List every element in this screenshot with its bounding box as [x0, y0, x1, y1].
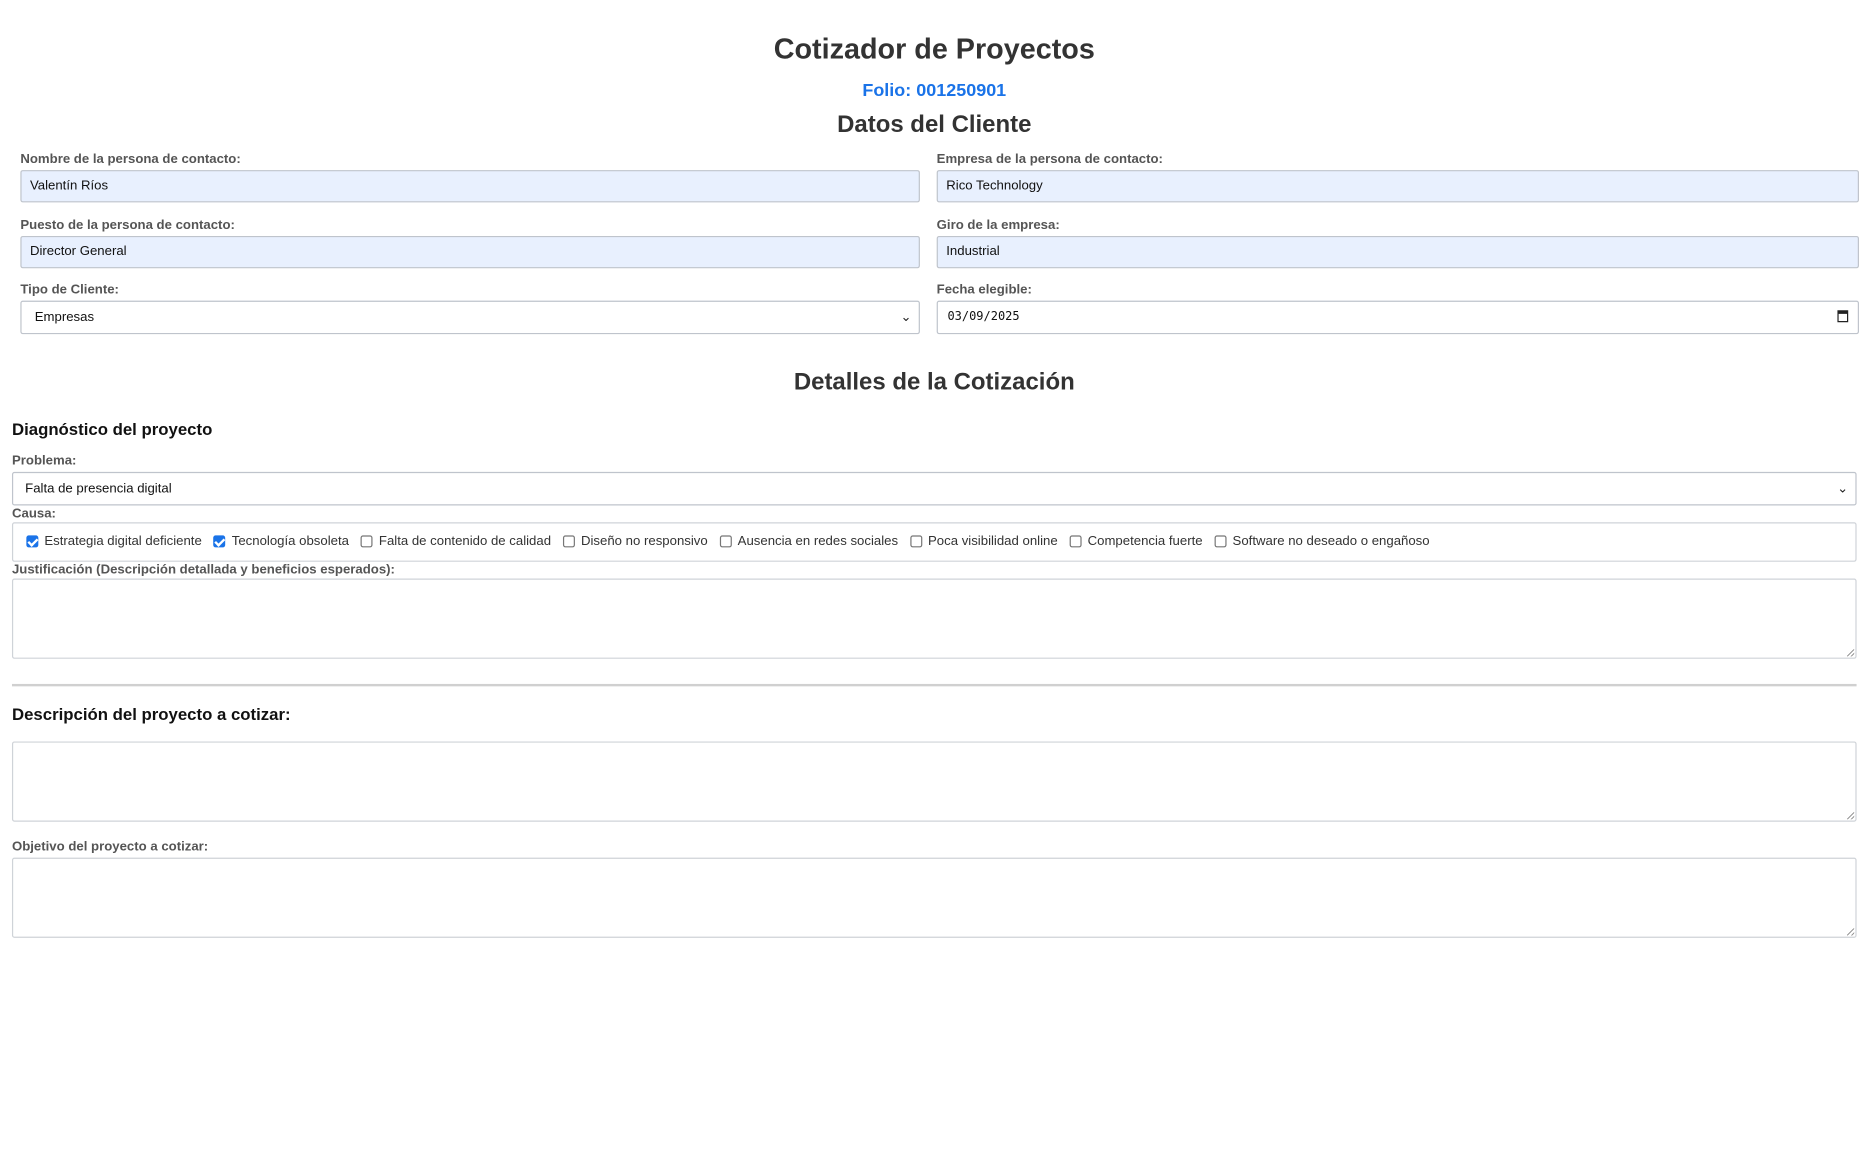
- cause-option[interactable]: Competencia fuerte: [1069, 534, 1203, 549]
- checkbox[interactable]: [213, 535, 226, 548]
- cause-option[interactable]: Tecnología obsoleta: [213, 534, 349, 549]
- client-type-value: Empresas: [34, 310, 95, 325]
- cause-label: Causa:: [11, 506, 56, 521]
- cause-checkbox-group: Estrategia digital deficiente Tecnología…: [11, 521, 1857, 562]
- client-type-label: Tipo de Cliente:: [20, 282, 119, 298]
- client-type-select[interactable]: Empresas ⌄: [20, 300, 920, 335]
- justification-textarea[interactable]: [11, 577, 1857, 659]
- quote-section-title: Detalles de la Cotización: [793, 368, 1075, 395]
- cause-option[interactable]: Poca visibilidad online: [910, 534, 1058, 549]
- checkbox[interactable]: [360, 535, 373, 548]
- contact-name-label: Nombre de la persona de contacto:: [20, 152, 241, 167]
- contact-position-field: Puesto de la persona de contacto: Direct…: [20, 216, 920, 281]
- eligible-date-value: 03/09/2025: [947, 310, 1020, 324]
- cause-option[interactable]: Falta de contenido de calidad: [360, 534, 552, 549]
- cause-option-label: Diseño no responsivo: [580, 534, 708, 549]
- contact-company-field: Empresa de la persona de contacto: Rico …: [936, 151, 1859, 216]
- checkbox[interactable]: [1214, 535, 1227, 548]
- contact-position-label: Puesto de la persona de contacto:: [20, 217, 235, 232]
- contact-name-input[interactable]: Valentín Ríos: [20, 170, 920, 203]
- checkbox[interactable]: [1069, 535, 1082, 548]
- quote-form-page: Cotizador de Proyectos Folio: 001250901 …: [0, 0, 1869, 938]
- contact-name-field: Nombre de la persona de contacto: Valent…: [20, 151, 920, 216]
- checkbox[interactable]: [910, 535, 923, 548]
- checkbox[interactable]: [719, 535, 732, 548]
- calendar-icon[interactable]: [1837, 310, 1849, 323]
- eligible-date-input[interactable]: 03/09/2025: [936, 300, 1859, 335]
- resize-handle-icon[interactable]: [1847, 811, 1855, 819]
- section-divider: [11, 683, 1857, 686]
- justification-label: Justificación (Descripción detallada y b…: [11, 562, 395, 577]
- problem-value: Falta de presencia digital: [25, 480, 172, 496]
- resize-handle-icon[interactable]: [1847, 648, 1855, 656]
- cause-option-label: Estrategia digital deficiente: [44, 534, 202, 549]
- folio-number: Folio: 001250901: [862, 80, 1007, 101]
- resize-handle-icon[interactable]: [1847, 927, 1855, 935]
- contact-company-label: Empresa de la persona de contacto:: [936, 152, 1163, 167]
- cause-option-label: Poca visibilidad online: [928, 534, 1058, 549]
- cause-option-label: Competencia fuerte: [1087, 534, 1203, 549]
- project-objective-textarea[interactable]: [11, 857, 1857, 938]
- project-objective-label: Objetivo del proyecto a cotizar:: [11, 839, 209, 854]
- chevron-down-icon: ⌄: [900, 310, 912, 325]
- cause-option[interactable]: Ausencia en redes sociales: [719, 534, 899, 549]
- company-industry-field: Giro de la empresa: Industrial: [936, 216, 1859, 281]
- project-description-title: Descripción del proyecto a cotizar:: [11, 703, 291, 723]
- company-industry-label: Giro de la empresa:: [936, 217, 1060, 232]
- cause-option-label: Software no deseado o engañoso: [1232, 534, 1430, 549]
- cause-option-label: Ausencia en redes sociales: [737, 534, 899, 549]
- cause-option[interactable]: Software no deseado o engañoso: [1214, 534, 1430, 549]
- cause-option-label: Tecnología obsoleta: [231, 534, 349, 549]
- page-title: Cotizador de Proyectos: [773, 33, 1095, 66]
- checkbox[interactable]: [563, 535, 576, 548]
- diagnosis-title: Diagnóstico del proyecto: [11, 418, 213, 438]
- cause-option-label: Falta de contenido de calidad: [378, 534, 552, 549]
- client-type-field: Tipo de Cliente: Empresas ⌄: [20, 281, 920, 346]
- contact-company-input[interactable]: Rico Technology: [936, 170, 1859, 203]
- problem-select[interactable]: Falta de presencia digital ⌄: [11, 471, 1857, 505]
- project-description-textarea[interactable]: [11, 740, 1857, 822]
- cause-option[interactable]: Estrategia digital deficiente: [26, 534, 202, 549]
- chevron-down-icon: ⌄: [1837, 480, 1849, 496]
- checkbox[interactable]: [26, 535, 39, 548]
- problem-label: Problema:: [11, 453, 77, 468]
- client-fields-grid: Nombre de la persona de contacto: Valent…: [12, 151, 1859, 347]
- company-industry-input[interactable]: Industrial: [936, 235, 1859, 268]
- eligible-date-field: Fecha elegible: 03/09/2025: [936, 281, 1859, 346]
- cause-option[interactable]: Diseño no responsivo: [563, 534, 708, 549]
- contact-position-input[interactable]: Director General: [20, 235, 920, 268]
- client-section-title: Datos del Cliente: [837, 111, 1032, 138]
- eligible-date-label: Fecha elegible:: [936, 282, 1032, 298]
